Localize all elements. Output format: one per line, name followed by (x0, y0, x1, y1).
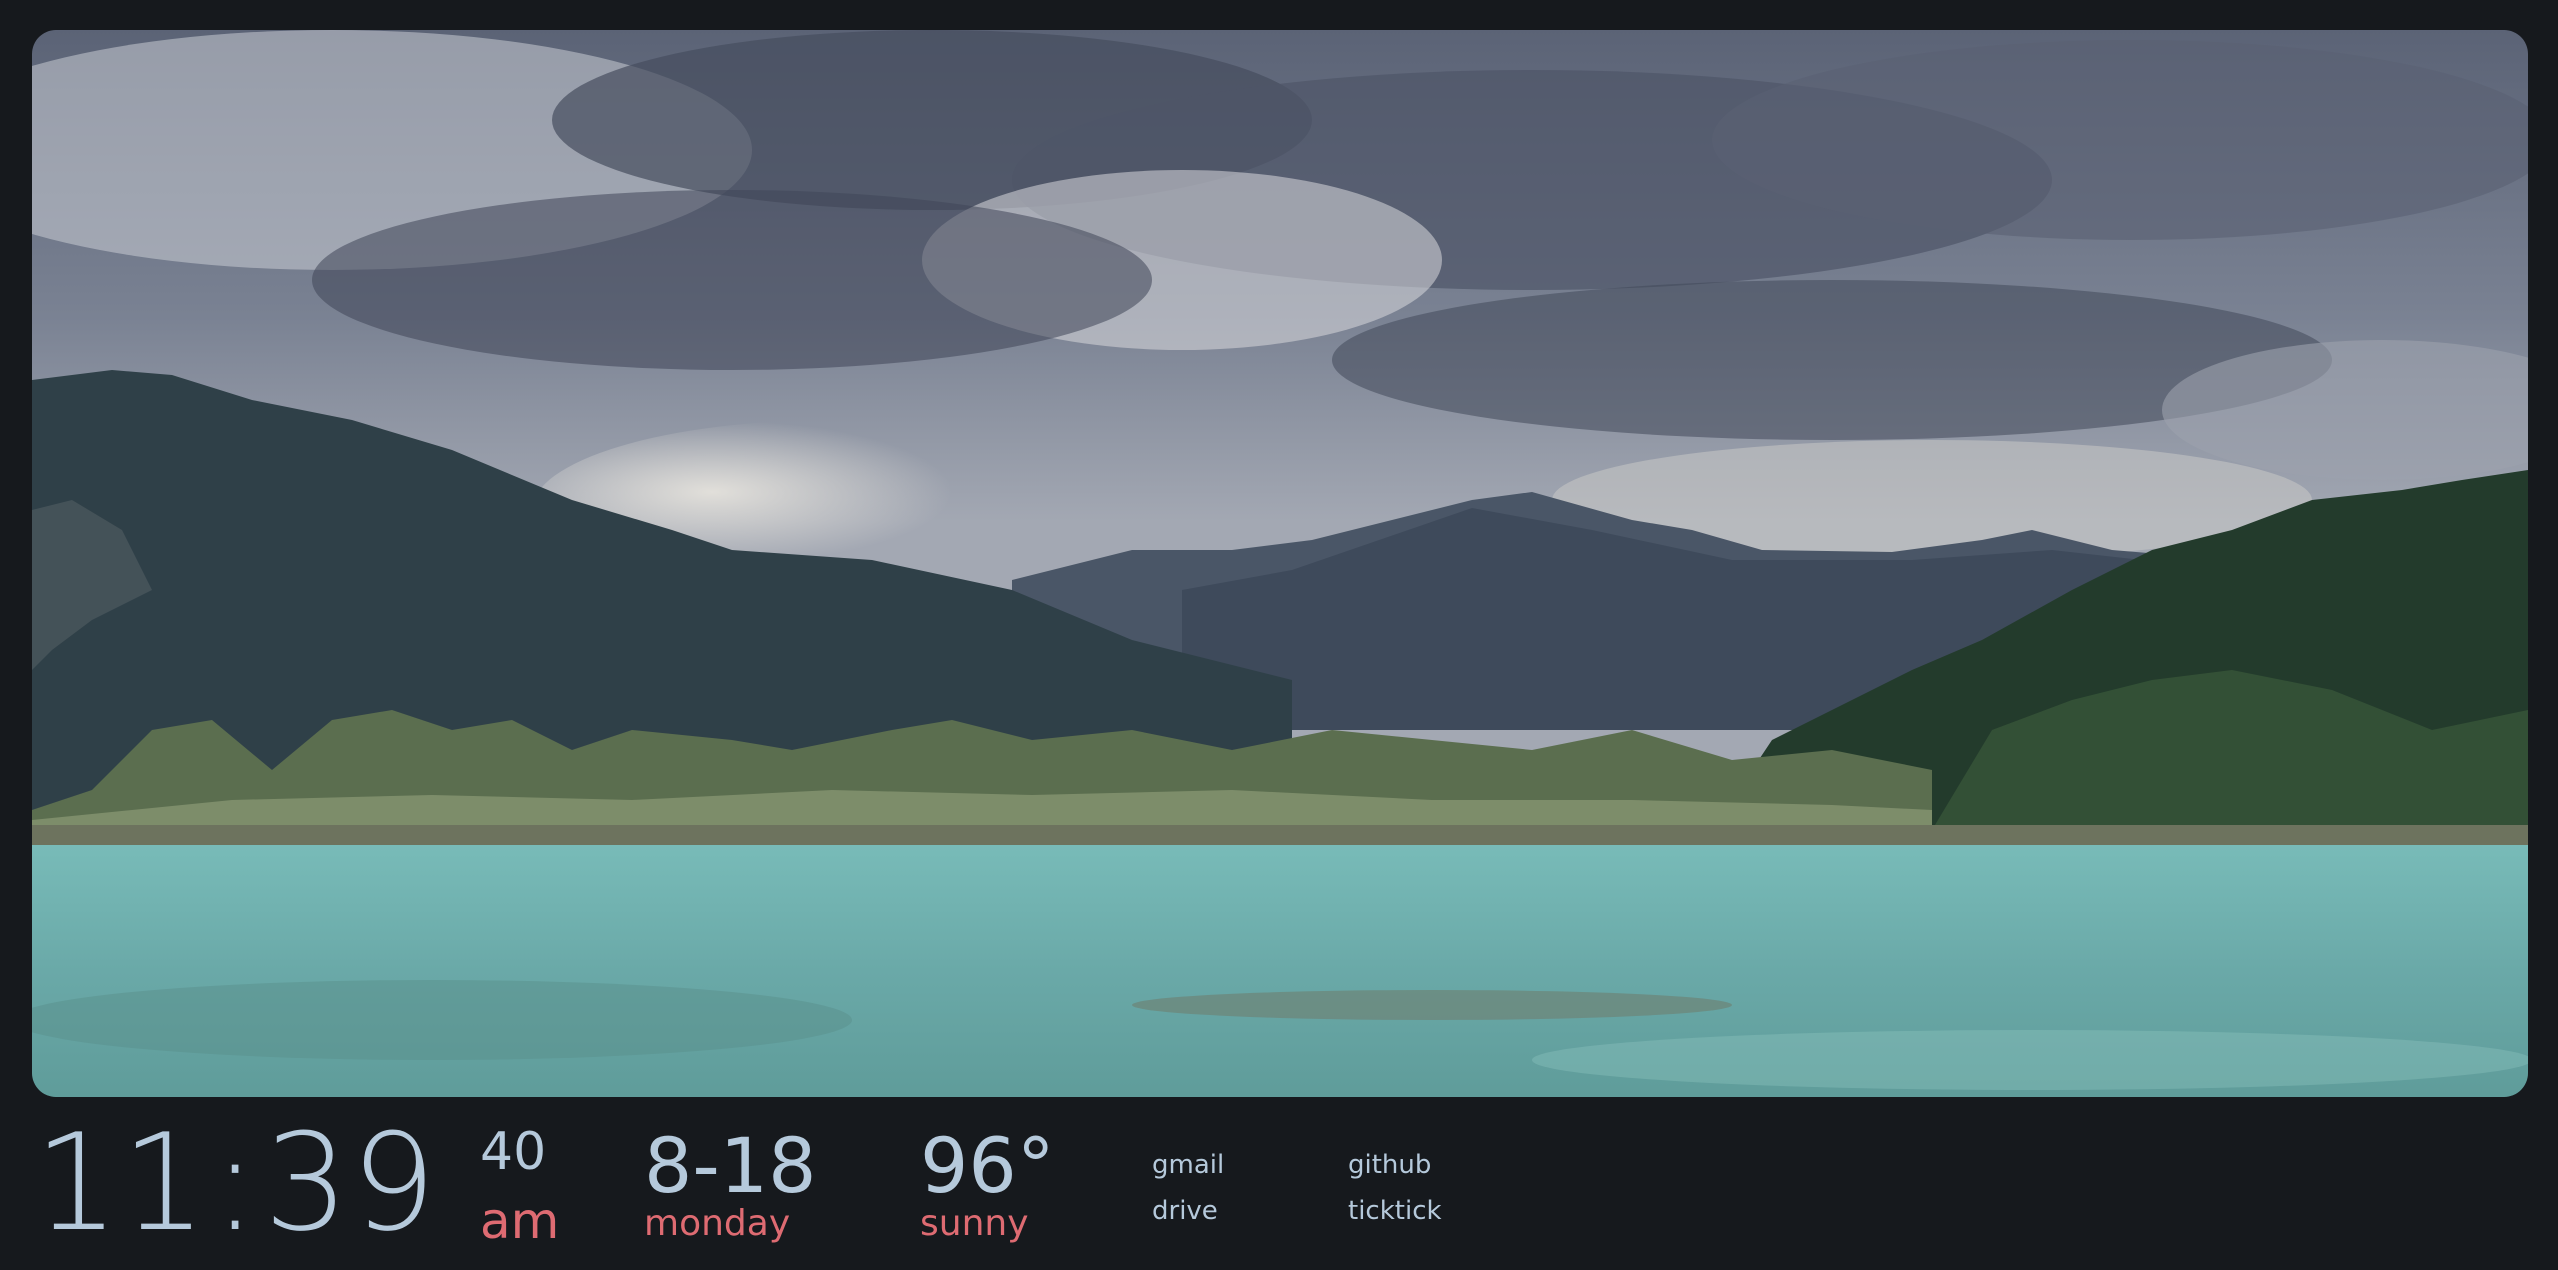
landscape-illustration (32, 30, 2528, 1097)
temperature: 96° (920, 1121, 1055, 1210)
cloud (1712, 40, 2528, 240)
weekday-label: monday (644, 1203, 791, 1244)
clock-time: 11:39 (34, 1116, 438, 1250)
cloud (312, 190, 1152, 370)
clock-separator: : (212, 1105, 260, 1261)
link-github[interactable]: github (1348, 1152, 1431, 1178)
link-gmail[interactable]: gmail (1152, 1152, 1224, 1178)
clock-hours: 11 (34, 1105, 209, 1261)
clock-seconds: 40 (480, 1122, 547, 1182)
link-drive[interactable]: drive (1152, 1198, 1218, 1224)
weather-condition: sunny (920, 1203, 1029, 1244)
water-ripple (1532, 1030, 2528, 1090)
link-ticktick[interactable]: ticktick (1348, 1198, 1442, 1224)
wallpaper-photo (32, 30, 2528, 1097)
water-ripple (32, 980, 852, 1060)
shoreline (32, 825, 2528, 847)
clock-minutes: 39 (263, 1105, 439, 1261)
date-value: 8-18 (644, 1121, 817, 1210)
water-ripple (1132, 990, 1732, 1020)
clock-meridiem: am (480, 1192, 560, 1250)
